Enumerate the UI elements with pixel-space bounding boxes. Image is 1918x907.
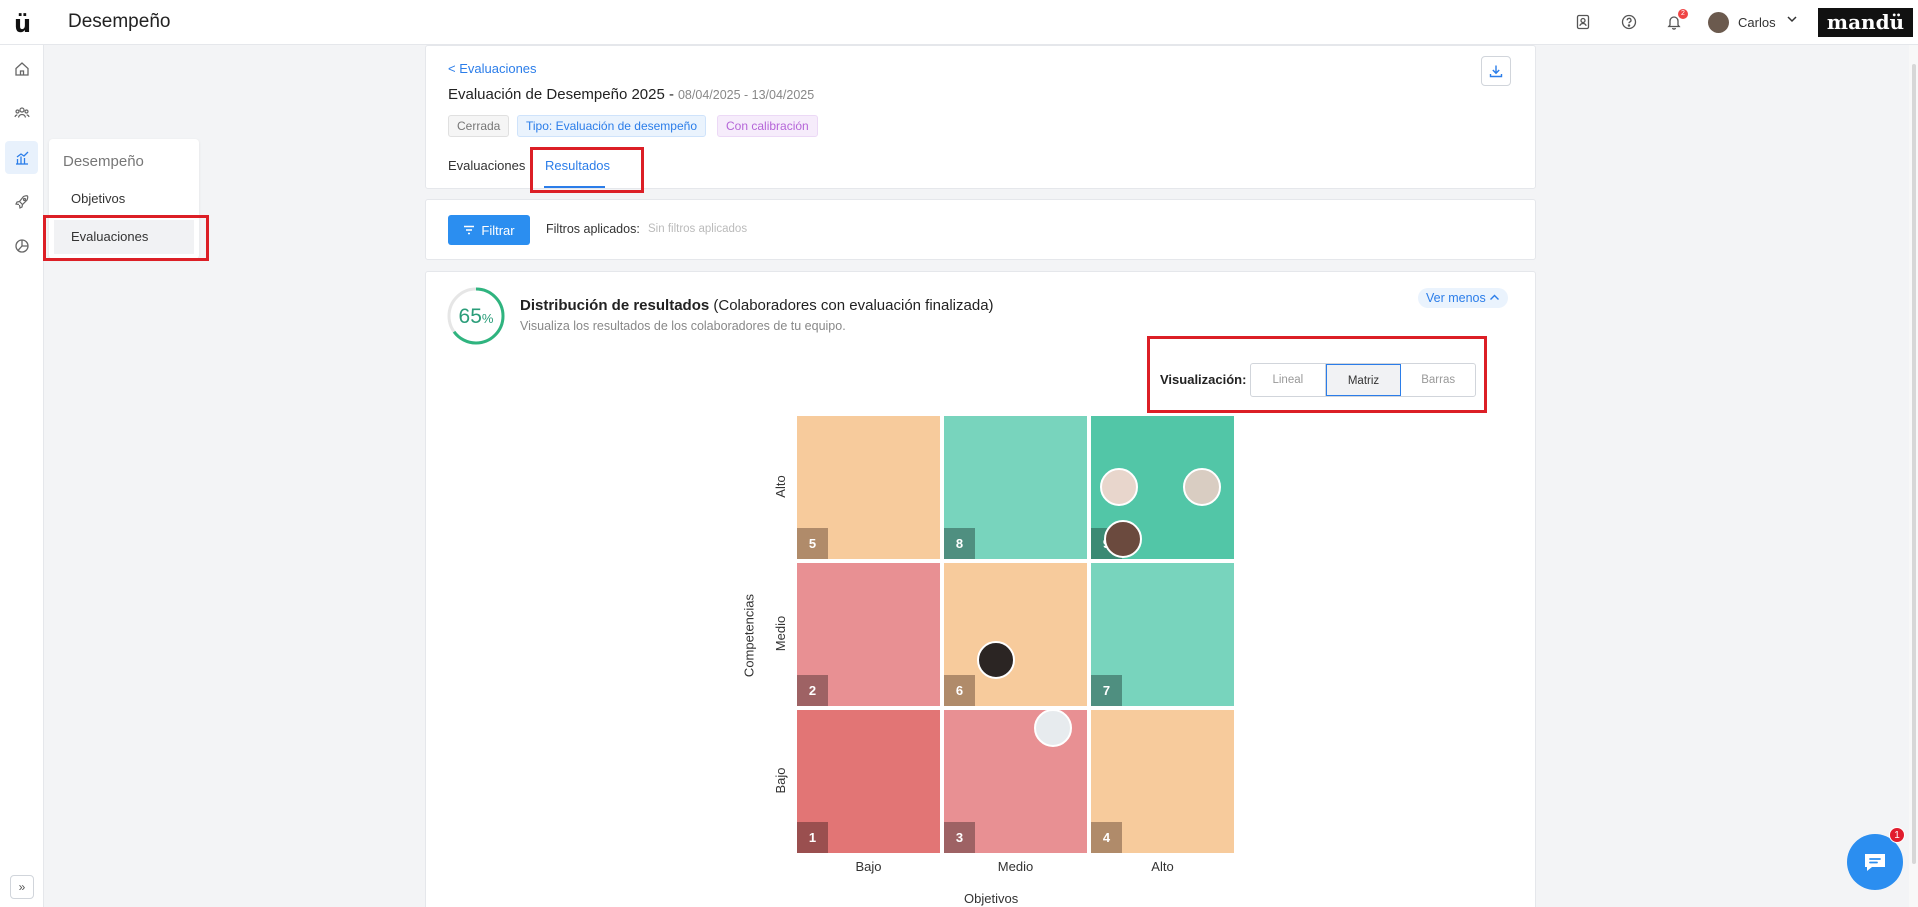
brand-logo: mandü (1818, 8, 1913, 37)
team-icon[interactable] (11, 102, 33, 124)
submenu: Desempeño Objetivos Evaluaciones (49, 139, 199, 259)
evaluation-title: Evaluación de Desempeño 2025 -08/04/2025… (448, 86, 814, 103)
visualization-option-barras[interactable]: Barras (1401, 364, 1475, 396)
submenu-item-evaluaciones[interactable]: Evaluaciones (54, 220, 194, 254)
chevron-up-icon (1490, 294, 1500, 300)
evaluation-name: Evaluación de Desempeño 2025 - (448, 86, 674, 103)
filter-button-label: Filtrar (481, 222, 515, 238)
matrix-cell[interactable]: 1 (797, 710, 940, 853)
home-icon[interactable] (11, 58, 33, 80)
filters-value: Sin filtros aplicados (648, 223, 748, 235)
visualization-option-lineal[interactable]: Lineal (1251, 364, 1326, 396)
matrix-cell[interactable]: 2 (797, 563, 940, 706)
y-axis-label: Bajo (773, 767, 788, 794)
matrix-cell-number: 8 (944, 528, 975, 559)
left-rail: » (0, 45, 44, 907)
bell-icon[interactable]: 2 (1665, 9, 1688, 31)
matrix-cell[interactable]: 5 (797, 416, 940, 559)
x-axis-label: Medio (997, 859, 1034, 874)
matrix-cell-number: 6 (944, 675, 975, 706)
submenu-item-objetivos[interactable]: Objetivos (54, 182, 194, 216)
matrix-cell-number: 7 (1091, 675, 1122, 706)
download-button[interactable] (1481, 56, 1511, 86)
toggle-view-label: Ver menos (1426, 291, 1486, 305)
matrix-cell[interactable]: 8 (944, 416, 1087, 559)
tab-evaluaciones[interactable]: Evaluaciones (448, 158, 525, 173)
matrix-cell-number: 3 (944, 822, 975, 853)
filters-label: Filtros aplicados: (546, 222, 640, 236)
employee-avatar[interactable] (1183, 468, 1221, 506)
visualization-selector: Lineal Matriz Barras (1250, 363, 1476, 397)
rocket-icon[interactable] (11, 191, 33, 213)
distribution-title-bold: Distribución de resultados (520, 297, 710, 314)
matrix-cell-number: 1 (797, 822, 828, 853)
expand-rail-button[interactable]: » (10, 875, 34, 899)
status-badge: Cerrada (448, 115, 510, 137)
help-icon[interactable] (1620, 13, 1638, 31)
distribution-title: Distribución de resultados (Colaboradore… (520, 297, 994, 314)
filter-button[interactable]: Filtrar (448, 215, 530, 245)
matrix-cell-number: 2 (797, 675, 828, 706)
chevron-down-icon[interactable] (1785, 12, 1799, 31)
tab-resultados[interactable]: Resultados (545, 158, 610, 173)
employee-avatar[interactable] (1034, 709, 1072, 747)
completion-percent: 65% (446, 305, 506, 329)
back-link[interactable]: < Evaluaciones (448, 61, 537, 76)
completion-percent-value: 65 (458, 305, 482, 328)
submenu-title: Desempeño (63, 153, 144, 170)
top-bar: ü Desempeño 2 Carlos mandü (0, 0, 1918, 45)
y-axis-title: Competencias (741, 593, 757, 678)
active-tab-indicator (544, 186, 605, 188)
y-axis-label: Alto (773, 475, 788, 498)
contacts-icon[interactable] (1574, 13, 1592, 31)
notification-badge: 2 (1678, 9, 1688, 19)
filter-icon (464, 225, 475, 235)
scrollbar-thumb[interactable] (1912, 64, 1916, 864)
chart-icon[interactable] (5, 141, 38, 174)
chat-icon (1865, 854, 1885, 871)
page-title: Desempeño (68, 11, 171, 32)
matrix-cell[interactable]: 7 (1091, 563, 1234, 706)
x-axis-title: Objetivos (964, 891, 1019, 906)
matrix-cell-number: 5 (797, 528, 828, 559)
employee-avatar[interactable] (977, 641, 1015, 679)
filter-card: Filtrar Filtros aplicados: Sin filtros a… (425, 199, 1536, 260)
user-name[interactable]: Carlos (1738, 15, 1776, 30)
x-axis-label: Bajo (855, 859, 882, 874)
percent-sign: % (481, 311, 494, 326)
distribution-title-rest: (Colaboradores con evaluación finalizada… (709, 297, 994, 314)
chat-badge: 1 (1889, 827, 1905, 843)
employee-avatar[interactable] (1104, 520, 1142, 558)
x-axis-label: Alto (1151, 859, 1174, 874)
user-avatar[interactable] (1708, 12, 1729, 33)
employee-avatar[interactable] (1100, 468, 1138, 506)
matrix-cell[interactable]: 4 (1091, 710, 1234, 853)
pie-chart-icon[interactable] (11, 235, 33, 257)
matrix-cell-number: 4 (1091, 822, 1122, 853)
toggle-view-button[interactable]: Ver menos (1418, 288, 1509, 308)
download-icon (1489, 65, 1503, 78)
matrix-cell[interactable]: 6 (944, 563, 1087, 706)
visualization-option-matriz[interactable]: Matriz (1325, 364, 1402, 396)
evaluation-dates: 08/04/2025 - 13/04/2025 (677, 88, 815, 102)
distribution-subtitle: Visualiza los resultados de los colabora… (520, 319, 846, 333)
y-axis-label: Medio (773, 615, 788, 652)
app-logo[interactable]: ü (14, 10, 31, 38)
evaluation-header-card: < Evaluaciones Evaluación de Desempeño 2… (425, 45, 1536, 189)
type-badge: Tipo: Evaluación de desempeño (517, 115, 706, 137)
calibration-badge: Con calibración (717, 115, 818, 137)
visualization-label: Visualización: (1160, 372, 1247, 387)
